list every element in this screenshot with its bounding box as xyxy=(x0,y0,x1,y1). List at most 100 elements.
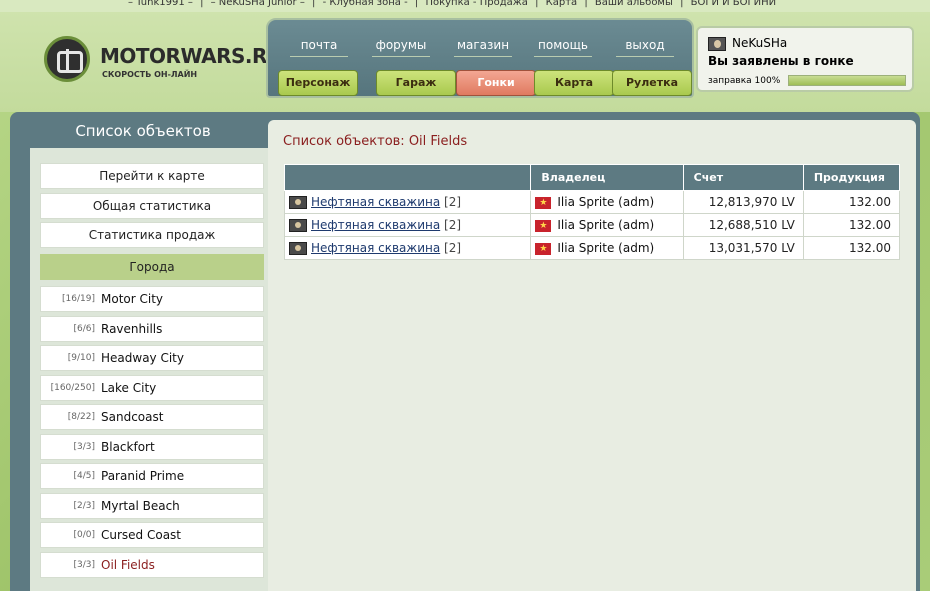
city-name: Ravenhills xyxy=(101,322,163,336)
city-item[interactable]: [160/250] Lake City xyxy=(40,375,264,401)
content-panel: Список объектов: Oil Fields Владелец Сче… xyxy=(268,120,916,591)
nav-button-roulette[interactable]: Рулетка xyxy=(612,70,692,96)
city-count: [160/250] xyxy=(50,383,95,393)
user-name[interactable]: NeKuSHa xyxy=(732,36,787,50)
nav-forums[interactable]: форумы xyxy=(364,38,438,57)
owner-cell: ★ Ilia Sprite (adm) xyxy=(530,213,684,237)
top-link[interactable]: БОГИ И БОГИНИ xyxy=(691,0,776,8)
city-item[interactable]: [4/5] Paranid Prime xyxy=(40,463,264,489)
city-name: Paranid Prime xyxy=(101,469,185,483)
column-header-owner: Владелец xyxy=(530,164,684,191)
user-panel: NeKuSHa Вы заявлены в гонке заправка 100… xyxy=(696,26,914,92)
owner-name[interactable]: Ilia Sprite (adm) xyxy=(557,218,654,232)
city-count: [0/0] xyxy=(73,530,95,540)
city-count: [16/19] xyxy=(62,294,95,304)
avatar-icon[interactable] xyxy=(708,37,726,51)
nav-logout[interactable]: выход xyxy=(608,38,682,57)
sidebar-body: Перейти к карте Общая статистика Статист… xyxy=(30,148,272,591)
user-status: Вы заявлены в гонке xyxy=(708,54,854,68)
object-cell: Нефтяная скважина [2] xyxy=(283,213,532,237)
city-name: Lake City xyxy=(101,381,157,395)
owner-flag-icon: ★ xyxy=(535,196,552,209)
object-level: [2] xyxy=(444,218,462,232)
top-links-bar: – Tunk1991 – | – NeKuSHa Junior – | - Кл… xyxy=(0,0,930,12)
nav-button-races[interactable]: Гонки xyxy=(456,70,536,96)
city-item[interactable]: [3/3] Blackfort xyxy=(40,434,264,460)
city-item[interactable]: [6/6] Ravenhills xyxy=(40,316,264,342)
nav-button-garage[interactable]: Гараж xyxy=(376,70,456,96)
object-cell: Нефтяная скважина [2] xyxy=(283,236,532,260)
fuel-progress-bar xyxy=(788,75,906,86)
object-link[interactable]: Нефтяная скважина xyxy=(311,195,440,209)
production-cell: 132.00 xyxy=(802,213,901,237)
city-count: [3/3] xyxy=(73,560,95,570)
site-logo[interactable]: MOTORWARS.RU СКОРОСТЬ ОН-ЛАЙН xyxy=(40,34,283,94)
table-header-row: Владелец Счет Продукция xyxy=(283,164,901,191)
nav-help[interactable]: помощь xyxy=(526,38,600,57)
city-item[interactable]: [16/19] Motor City xyxy=(40,286,264,312)
production-cell: 132.00 xyxy=(802,236,901,260)
city-count: [4/5] xyxy=(73,471,95,481)
top-link[interactable]: – Tunk1991 – xyxy=(128,0,193,8)
owner-name[interactable]: Ilia Sprite (adm) xyxy=(557,241,654,255)
owner-cell: ★ Ilia Sprite (adm) xyxy=(530,236,684,260)
sidebar-title: Список объектов xyxy=(75,122,211,140)
table-row: Нефтяная скважина [2] ★ Ilia Sprite (adm)… xyxy=(283,213,901,237)
city-name: Oil Fields xyxy=(101,558,155,572)
account-cell: 12,813,970 LV xyxy=(682,190,804,214)
top-link[interactable]: – NeKuSHa Junior – xyxy=(211,0,305,8)
nav-button-map[interactable]: Карта xyxy=(534,70,614,96)
fuel-progress-fill xyxy=(789,76,905,85)
top-link[interactable]: Покупка - Продажа xyxy=(425,0,527,8)
table-row: Нефтяная скважина [2] ★ Ilia Sprite (adm)… xyxy=(283,236,901,260)
city-item[interactable]: [0/0] Cursed Coast xyxy=(40,522,264,548)
object-link[interactable]: Нефтяная скважина xyxy=(311,241,440,255)
objects-table: Владелец Счет Продукция Нефтяная скважин… xyxy=(283,164,901,260)
city-item[interactable]: [8/22] Sandcoast xyxy=(40,404,264,430)
fuel-label: заправка 100% xyxy=(708,76,781,86)
owner-flag-icon: ★ xyxy=(535,219,552,232)
city-name: Headway City xyxy=(101,351,184,365)
nav-shop[interactable]: магазин xyxy=(446,38,520,57)
top-link[interactable]: - Клубная зона - xyxy=(323,0,408,8)
city-count: [2/3] xyxy=(73,501,95,511)
sidebar-link-general-stats[interactable]: Общая статистика xyxy=(40,193,264,219)
sidebar-link-map[interactable]: Перейти к карте xyxy=(40,163,264,189)
city-name: Myrtal Beach xyxy=(101,499,180,513)
oil-well-icon xyxy=(289,196,307,209)
nav-mail[interactable]: почта xyxy=(282,38,356,57)
logo-subtitle: СКОРОСТЬ ОН-ЛАЙН xyxy=(102,70,198,79)
sidebar-link-sales-stats[interactable]: Статистика продаж xyxy=(40,222,264,248)
top-link[interactable]: Ваши альбомы xyxy=(595,0,673,8)
oil-well-icon xyxy=(289,219,307,232)
top-link-separator: | xyxy=(414,0,419,8)
city-item-current[interactable]: [3/3] Oil Fields xyxy=(40,552,264,578)
account-cell: 12,688,510 LV xyxy=(682,213,804,237)
sidebar: Список объектов Перейти к карте Общая ст… xyxy=(18,118,272,591)
production-cell: 132.00 xyxy=(802,190,901,214)
city-name: Blackfort xyxy=(101,440,155,454)
account-cell: 13,031,570 LV xyxy=(682,236,804,260)
top-link-separator: | xyxy=(584,0,588,8)
city-item[interactable]: [2/3] Myrtal Beach xyxy=(40,493,264,519)
city-item[interactable]: [9/10] Headway City xyxy=(40,345,264,371)
column-header-production: Продукция xyxy=(802,164,901,191)
city-name: Motor City xyxy=(101,292,164,306)
top-link-separator: | xyxy=(200,0,204,8)
oil-well-icon xyxy=(289,242,307,255)
column-header-object xyxy=(283,164,532,191)
city-count: [6/6] xyxy=(73,324,95,334)
logo-title: MOTORWARS.RU xyxy=(100,44,283,68)
object-link[interactable]: Нефтяная скважина xyxy=(311,218,440,232)
top-link[interactable]: Карта xyxy=(546,0,578,8)
object-level: [2] xyxy=(444,241,462,255)
owner-name[interactable]: Ilia Sprite (adm) xyxy=(557,195,654,209)
nav-button-character[interactable]: Персонаж xyxy=(278,70,358,96)
cities-header: Города xyxy=(40,254,264,280)
owner-cell: ★ Ilia Sprite (adm) xyxy=(530,190,684,214)
column-header-account: Счет xyxy=(682,164,804,191)
table-row: Нефтяная скважина [2] ★ Ilia Sprite (adm)… xyxy=(283,190,901,214)
main-nav-panel: почта форумы магазин помощь выход Персон… xyxy=(266,18,694,98)
top-link-separator: | xyxy=(680,0,684,8)
city-name: Cursed Coast xyxy=(101,528,182,542)
